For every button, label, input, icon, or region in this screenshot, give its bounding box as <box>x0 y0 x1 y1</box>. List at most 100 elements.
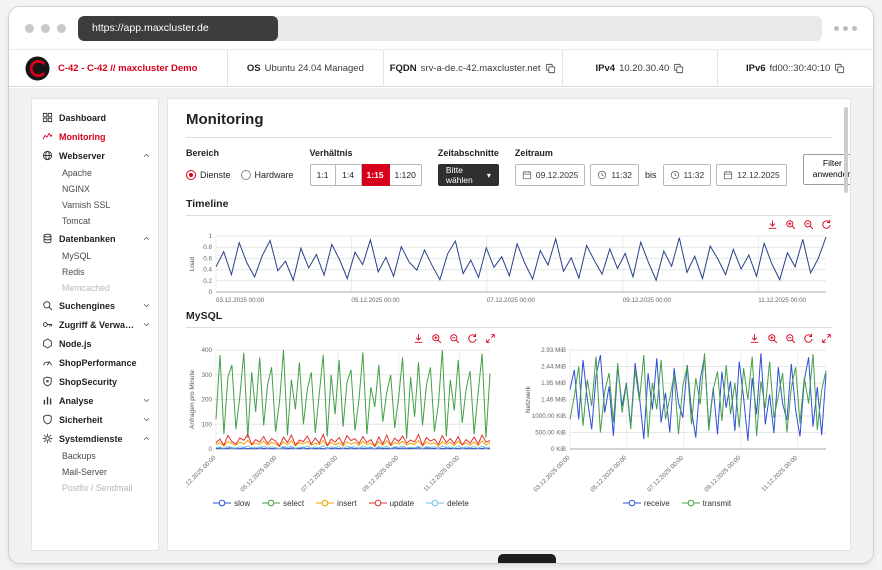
download-icon[interactable] <box>413 333 424 344</box>
svg-text:11.12.2025 00:00: 11.12.2025 00:00 <box>758 297 806 304</box>
sidebar-item-mysql[interactable]: MySQL <box>32 248 158 264</box>
sidebar-item-node-js[interactable]: Node.js <box>32 334 158 353</box>
legend-marker-icon <box>316 499 335 507</box>
sidebar-item-nginx[interactable]: NGINX <box>32 181 158 197</box>
svg-text:2.44 MiB: 2.44 MiB <box>541 364 566 371</box>
sidebar-item-shopsecurity[interactable]: ShopSecurity <box>32 372 158 391</box>
zoom-in-icon[interactable] <box>785 219 796 230</box>
legend-item-delete[interactable]: delete <box>426 498 469 508</box>
sidebar-item-label: Systemdienste <box>59 433 123 444</box>
shield-lock-icon <box>42 376 53 387</box>
svg-text:500.00 KiB: 500.00 KiB <box>535 430 566 437</box>
svg-text:1: 1 <box>208 233 212 240</box>
header-segment-fqdn: FQDN srv-a-de.c-42.maxcluster.net <box>382 50 562 86</box>
address-bar[interactable]: https://app.maxcluster.de <box>78 15 822 41</box>
window-close-button[interactable] <box>25 23 34 33</box>
app-header: C-42 - C-42 // maxcluster Demo OS Ubuntu … <box>9 49 873 87</box>
sidebar-item-sicherheit[interactable]: Sicherheit <box>32 410 158 429</box>
sidebar-item-memcached[interactable]: Memcached <box>32 280 158 296</box>
legend-label: update <box>389 498 415 508</box>
verhaeltnis-group: Verhältnis 1:1 1:4 1:15 1:120 <box>309 148 422 186</box>
zoom-out-icon[interactable] <box>803 219 814 230</box>
copy-icon[interactable] <box>673 63 684 74</box>
time-to-field[interactable]: 11:32 <box>662 164 712 186</box>
expand-icon[interactable] <box>821 333 832 344</box>
sidebar-item-mail-server[interactable]: Mail-Server <box>32 464 158 480</box>
svg-text:Load: Load <box>189 256 196 271</box>
ratio-button-1-1[interactable]: 1:1 <box>309 164 336 186</box>
svg-text:0.6: 0.6 <box>203 255 212 262</box>
sidebar-item-shopperformance[interactable]: ShopPerformance <box>32 353 158 372</box>
sidebar-item-backups[interactable]: Backups <box>32 448 158 464</box>
browser-menu-icon[interactable] <box>834 25 857 31</box>
download-icon[interactable] <box>749 333 760 344</box>
date-to-field[interactable]: 12.12.2025 <box>716 164 787 186</box>
copy-icon[interactable] <box>834 63 845 74</box>
expand-icon[interactable] <box>485 333 496 344</box>
refresh-icon[interactable] <box>803 333 814 344</box>
cluster-segment[interactable]: C-42 - C-42 // maxcluster Demo <box>9 50 227 86</box>
sidebar-item-analyse[interactable]: Analyse <box>32 391 158 410</box>
ratio-button-1-120[interactable]: 1:120 <box>389 164 422 186</box>
sidebar-item-monitoring[interactable]: Monitoring <box>32 127 158 146</box>
radio-dot-icon <box>186 170 196 180</box>
refresh-icon[interactable] <box>821 219 832 230</box>
window-minimize-button[interactable] <box>41 23 50 33</box>
sidebar-item-postfix-sendmail[interactable]: Postfix / Sendmail <box>32 480 158 496</box>
radio-label: Hardware <box>254 170 294 180</box>
zoom-out-icon[interactable] <box>785 333 796 344</box>
sidebar-item-suchengines[interactable]: Suchengines <box>32 296 158 315</box>
radio-hardware[interactable]: Hardware <box>240 170 294 180</box>
svg-text:03.12.2025 00:00: 03.12.2025 00:00 <box>216 297 265 304</box>
timeline-chart[interactable]: 0 0.2 0.4 0.6 0.8 1 03.12.2025 00:00 05.12.2025… <box>186 231 832 307</box>
legend-item-insert[interactable]: insert <box>316 498 357 508</box>
zoom-in-icon[interactable] <box>431 333 442 344</box>
svg-text:0: 0 <box>208 446 212 453</box>
legend-item-slow[interactable]: slow <box>213 498 250 508</box>
ratio-group: 1:1 1:4 1:15 1:120 <box>309 164 422 186</box>
svg-text:09.12.2025 00:00: 09.12.2025 00:00 <box>623 297 672 304</box>
radio-dot-icon <box>240 170 251 180</box>
legend-marker-icon <box>262 499 281 507</box>
refresh-icon[interactable] <box>467 333 478 344</box>
sidebar-item-zugriff-verwaltung[interactable]: Zugriff & Verwaltung <box>32 315 158 334</box>
mysql-network-chart[interactable]: 0 KiB 500.00 KiB 1000.00 KiB 1.46 MiB 1.95 M… <box>522 345 832 495</box>
sidebar-item-tomcat[interactable]: Tomcat <box>32 213 158 229</box>
sidebar-item-apache[interactable]: Apache <box>32 165 158 181</box>
legend-item-update[interactable]: update <box>368 498 415 508</box>
calendar-icon <box>724 170 733 180</box>
ratio-button-1-4[interactable]: 1:4 <box>335 164 362 186</box>
radio-dienste[interactable]: Dienste <box>186 170 231 180</box>
vertical-scrollbar-thumb[interactable] <box>844 107 848 193</box>
sidebar-item-dashboard[interactable]: Dashboard <box>32 108 158 127</box>
download-icon[interactable] <box>767 219 778 230</box>
bar-chart-icon <box>42 395 53 406</box>
zoom-in-icon[interactable] <box>767 333 778 344</box>
zoom-out-icon[interactable] <box>449 333 460 344</box>
time-from-field[interactable]: 11:32 <box>590 164 640 186</box>
url-text[interactable]: https://app.maxcluster.de <box>78 15 278 41</box>
legend-item-transmit[interactable]: transmit <box>681 498 732 508</box>
browser-chrome: https://app.maxcluster.de <box>9 7 873 49</box>
zeitabschnitte-value: Bitte wählen <box>445 165 473 185</box>
sidebar-item-webserver[interactable]: Webserver <box>32 146 158 165</box>
svg-text:05.12.2025 00:00: 05.12.2025 00:00 <box>351 297 400 304</box>
bereich-group: Bereich Dienste Hardware <box>186 148 294 186</box>
zeitabschnitte-select[interactable]: Bitte wählen ▾ <box>437 164 499 186</box>
network-legend: receive transmit <box>522 498 832 508</box>
search-icon <box>42 300 53 311</box>
sidebar-item-datenbanken[interactable]: Datenbanken <box>32 229 158 248</box>
sidebar-item-varnish-ssl[interactable]: Varnish SSL <box>32 197 158 213</box>
window-maximize-button[interactable] <box>57 23 66 33</box>
date-from-field[interactable]: 09.12.2025 <box>514 164 586 186</box>
sidebar-item-redis[interactable]: Redis <box>32 264 158 280</box>
window-controls[interactable] <box>25 23 66 33</box>
sidebar-item-systemdienste[interactable]: Systemdienste <box>32 429 158 448</box>
legend-label: transmit <box>702 498 732 508</box>
legend-item-select[interactable]: select <box>262 498 304 508</box>
mysql-queries-chart[interactable]: 0 100 200 300 400 03.12.2025 00:00 05.12.2025 … <box>178 345 496 495</box>
copy-icon[interactable] <box>545 63 556 74</box>
legend-item-receive[interactable]: receive <box>622 498 670 508</box>
horizontal-scrollbar-thumb[interactable] <box>498 554 557 563</box>
ratio-button-1-15[interactable]: 1:15 <box>361 164 390 186</box>
